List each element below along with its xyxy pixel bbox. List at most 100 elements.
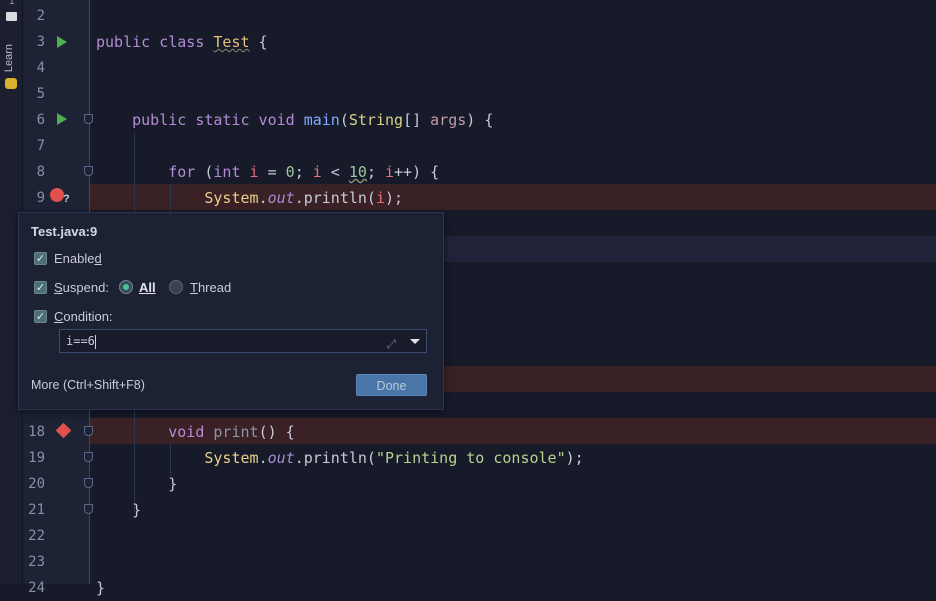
enabled-label[interactable]: Enabled xyxy=(54,251,102,266)
code-token: } xyxy=(96,475,178,493)
code-token: ; xyxy=(294,163,313,181)
done-button[interactable]: Done xyxy=(356,374,427,396)
code-line[interactable]: void print() { xyxy=(96,419,295,445)
code-token: i xyxy=(385,163,395,181)
code-line[interactable]: for (int i = 0; i < 10; i++) { xyxy=(96,159,439,185)
code-token: ); xyxy=(385,189,404,207)
code-token: } xyxy=(96,579,106,597)
code-token: i xyxy=(375,189,385,207)
code-token: ; xyxy=(366,163,385,181)
history-dropdown-icon[interactable] xyxy=(410,339,420,344)
code-token: public class xyxy=(96,33,214,51)
code-token: for xyxy=(168,163,205,181)
code-line[interactable]: System.out.println("Printing to console"… xyxy=(96,445,584,471)
line-number: 7 xyxy=(36,138,45,154)
line-number: 5 xyxy=(36,86,45,102)
expand-icon[interactable]: ⤢ xyxy=(386,333,396,355)
tool-window-number[interactable]: 1 xyxy=(9,0,15,7)
code-token: main xyxy=(303,111,340,129)
learn-tab[interactable]: Learn xyxy=(3,44,15,72)
code-token: print xyxy=(213,423,259,441)
code-token: out xyxy=(267,189,295,207)
text-caret xyxy=(94,334,96,349)
line-number: 24 xyxy=(28,580,45,596)
code-token: [] xyxy=(403,111,431,129)
code-token: ++) { xyxy=(394,163,440,181)
suspend-all-radio[interactable] xyxy=(119,280,133,294)
line-number: 3 xyxy=(36,34,45,50)
code-token: 10 xyxy=(348,163,367,181)
line-number: 21 xyxy=(28,502,45,518)
fold-icon[interactable] xyxy=(84,504,93,514)
code-token: i xyxy=(312,163,322,181)
suspend-label[interactable]: Suspend: xyxy=(54,280,109,295)
code-token: ); xyxy=(565,449,584,467)
code-token: System xyxy=(204,449,259,467)
breakpoint-popup: Test.java:9 ✓ Enabled ✓ Suspend: All Thr… xyxy=(18,212,444,410)
line-number: 22 xyxy=(28,528,45,544)
enabled-label-text: Enable xyxy=(54,251,95,266)
fold-icon[interactable] xyxy=(84,478,93,488)
code-token: void xyxy=(168,423,214,441)
popup-title: Test.java:9 xyxy=(31,224,98,239)
thread-label-text: hread xyxy=(197,280,232,295)
project-folder-icon[interactable] xyxy=(6,12,17,21)
code-token: 0 xyxy=(285,163,295,181)
line-number: 8 xyxy=(36,164,45,180)
condition-label-text: ondition: xyxy=(63,309,113,324)
code-token: ( xyxy=(339,111,349,129)
code-line[interactable]: public class Test { xyxy=(96,29,268,55)
code-token: String xyxy=(348,111,404,129)
line-number: 23 xyxy=(28,554,45,570)
code-token: i xyxy=(249,163,259,181)
code-token: { xyxy=(249,33,268,51)
fold-icon[interactable] xyxy=(84,166,93,176)
code-line[interactable]: } xyxy=(96,497,141,523)
suspend-thread-radio[interactable] xyxy=(169,280,183,294)
suspend-all-label[interactable]: All xyxy=(139,280,156,295)
condition-label[interactable]: Condition: xyxy=(54,309,113,324)
code-line[interactable]: public static void main(String[] args) { xyxy=(96,107,493,133)
code-line[interactable]: } xyxy=(96,575,105,601)
fold-icon[interactable] xyxy=(84,426,93,436)
run-gutter-icon[interactable] xyxy=(57,36,67,48)
thread-mnemonic: T xyxy=(190,280,198,295)
code-token: .println( xyxy=(294,449,376,467)
learn-icon[interactable] xyxy=(5,78,17,89)
suspend-checkbox[interactable]: ✓ xyxy=(34,281,47,294)
run-gutter-icon[interactable] xyxy=(57,113,67,125)
fold-icon[interactable] xyxy=(84,452,93,462)
condition-value: i==6 xyxy=(66,334,95,348)
suspend-thread-label[interactable]: Thread xyxy=(190,280,231,295)
fold-icon[interactable] xyxy=(84,114,93,124)
more-link[interactable]: More (Ctrl+Shift+F8) xyxy=(31,378,145,392)
condition-checkbox[interactable]: ✓ xyxy=(34,310,47,323)
code-token: out xyxy=(267,449,295,467)
line-number: 18 xyxy=(28,424,45,440)
suspend-mnemonic: S xyxy=(54,280,63,295)
code-token: = xyxy=(258,163,286,181)
code-line[interactable]: } xyxy=(96,471,177,497)
line-number: 19 xyxy=(28,450,45,466)
condition-mnemonic: C xyxy=(54,309,64,324)
enabled-mnemonic: d xyxy=(94,251,102,266)
code-token: int xyxy=(213,163,250,181)
condition-input[interactable]: i==6 ⤢ xyxy=(59,329,427,353)
conditional-breakpoint-icon[interactable] xyxy=(50,188,64,202)
suspend-label-text: uspend: xyxy=(62,280,109,295)
code-token: ) { xyxy=(466,111,494,129)
line-number: 2 xyxy=(36,8,45,24)
code-line[interactable]: System.out.println(i); xyxy=(96,185,403,211)
code-token: . xyxy=(258,189,268,207)
code-token: System xyxy=(204,189,259,207)
enabled-checkbox[interactable]: ✓ xyxy=(34,252,47,265)
code-token: args xyxy=(430,111,467,129)
line-number: 6 xyxy=(36,112,45,128)
code-token: } xyxy=(96,501,142,519)
code-token: "Printing to console" xyxy=(375,449,566,467)
code-token: () { xyxy=(258,423,295,441)
